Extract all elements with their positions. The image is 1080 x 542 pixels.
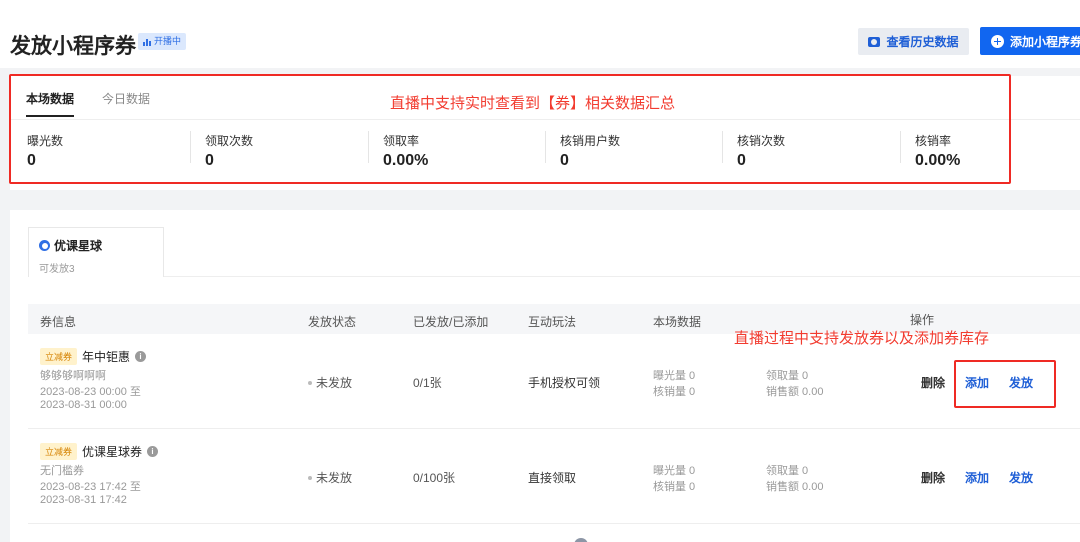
tab-current-session[interactable]: 本场数据 [26,90,75,117]
coupon-desc: 够够够啊啊啊 [40,370,106,382]
issued-count: 0/100张 [413,471,456,485]
coupon-title: 立减券 年中钜惠 i [40,348,147,365]
stat-redeem-count: 核销次数 0 [737,132,785,170]
plus-circle-icon [991,34,1004,48]
exposure-metric: 曝光量 0 [653,370,696,382]
shop-available-count: 可发放3 [39,264,75,275]
add-coupon-label: 添加小程序券 [1010,34,1080,49]
claim-metric: 领取量 0 [766,465,809,477]
delete-button[interactable]: 删除 [921,469,945,486]
tabs-divider [10,119,1080,120]
col-status: 发放状态 [308,315,357,329]
coupon-time-start: 2023-08-23 00:00 至 [40,386,141,398]
delete-button[interactable]: 删除 [921,374,945,391]
col-coupon-info: 券信息 [40,315,77,329]
interaction-mode: 直接领取 [528,471,577,485]
interaction-mode: 手机授权可领 [528,376,601,390]
coupon-desc: 无门槛券 [40,465,84,477]
stat-label: 核销次数 [737,134,786,148]
issue-coupon-button[interactable]: 发放 [1009,374,1033,391]
issue-status: 未发放 [308,374,352,391]
live-bars-icon [143,38,151,46]
shop-name-label: 优课星球 [54,239,103,253]
view-history-button[interactable]: 查看历史数据 [858,28,969,55]
stat-value: 0 [737,152,746,169]
shop-tab[interactable]: 优课星球 可发放3 [28,227,164,277]
info-icon[interactable]: i [147,446,159,457]
exposure-metric: 曝光量 0 [653,465,696,477]
live-badge-label: 开播中 [154,36,182,46]
coupon-panel: 优课星球 可发放3 券信息 发放状态 已发放/已添加 互动玩法 本场数据 操作 … [10,210,1080,542]
coupon-time-end: 2023-08-31 00:00 [40,399,127,411]
issued-count: 0/1张 [413,376,442,390]
col-session-data: 本场数据 [653,315,702,329]
status-label: 未发放 [316,471,353,485]
info-icon[interactable]: i [135,351,147,362]
table-row: 立减券 优课星球券 i 无门槛券 2023-08-23 17:42 至 2023… [28,429,1080,524]
status-label: 未发放 [316,376,353,390]
claim-metric: 领取量 0 [766,370,809,382]
live-status-badge: 开播中 [138,33,187,50]
table-row: 立减券 年中钜惠 i 够够够啊啊啊 2023-08-23 00:00 至 202… [28,334,1080,429]
coupon-type-badge: 立减券 [40,443,78,460]
stat-divider [545,131,546,163]
status-dot-icon [308,380,312,385]
stats-tabs: 本场数据 今日数据 [26,90,150,117]
stat-claims: 领取次数 0 [205,132,253,170]
stat-claim-rate: 领取率 0.00% [383,132,428,170]
add-coupon-button[interactable]: 添加小程序券 [980,27,1080,55]
stat-value: 0 [205,152,214,169]
stat-divider [900,131,901,163]
camera-icon [868,36,881,47]
status-dot-icon [308,475,312,480]
stats-panel: 本场数据 今日数据 直播中支持实时查看到【券】相关数据汇总 曝光数 0 领取次数… [10,76,1080,190]
stat-redeem-users: 核销用户数 0 [560,132,620,170]
avatar-icon [574,538,588,542]
planet-icon [39,240,50,251]
issue-status: 未发放 [308,469,352,486]
stat-label: 领取次数 [205,134,254,148]
coupon-name: 年中钜惠 [82,350,131,364]
stat-divider [722,131,723,163]
col-issued: 已发放/已添加 [413,315,489,329]
table-row-partial [28,524,1080,542]
view-history-label: 查看历史数据 [886,35,959,49]
page-title: 发放小程序券 [10,35,136,58]
coupon-title: 立减券 优课星球券 i [40,443,159,460]
sales-metric: 销售额 0.00 [766,481,824,493]
stat-value: 0 [560,152,569,169]
col-actions: 操作 [910,313,935,327]
stat-label: 领取率 [383,134,420,148]
stat-label: 核销率 [915,134,952,148]
tab-today[interactable]: 今日数据 [102,90,150,117]
stat-divider [368,131,369,163]
coupon-name: 优课星球券 [82,445,143,459]
add-stock-button[interactable]: 添加 [965,374,989,391]
stat-value: 0.00% [915,152,961,169]
shop-tab-divider [164,276,1080,277]
coupon-time-end: 2023-08-31 17:42 [40,494,127,506]
coupon-time-start: 2023-08-23 17:42 至 [40,481,141,493]
redeem-metric: 核销量 0 [653,481,696,493]
sales-metric: 销售额 0.00 [766,386,824,398]
stats-annotation: 直播中支持实时查看到【券】相关数据汇总 [390,95,676,112]
page-header: 发放小程序券 开播中 查看历史数据 添加小程序券 [0,0,1080,68]
coupon-type-badge: 立减券 [40,348,78,365]
stat-redeem-rate: 核销率 0.00% [915,132,960,170]
col-mode: 互动玩法 [528,315,577,329]
issue-coupon-button[interactable]: 发放 [1009,469,1033,486]
redeem-metric: 核销量 0 [653,386,696,398]
add-stock-button[interactable]: 添加 [965,469,989,486]
stat-divider [190,131,191,163]
stat-value: 0.00% [383,152,429,169]
stat-label: 曝光数 [27,134,64,148]
stat-label: 核销用户数 [560,134,621,148]
stat-value: 0 [27,152,36,169]
shop-name: 优课星球 [39,237,153,254]
stat-exposure: 曝光数 0 [27,132,63,170]
